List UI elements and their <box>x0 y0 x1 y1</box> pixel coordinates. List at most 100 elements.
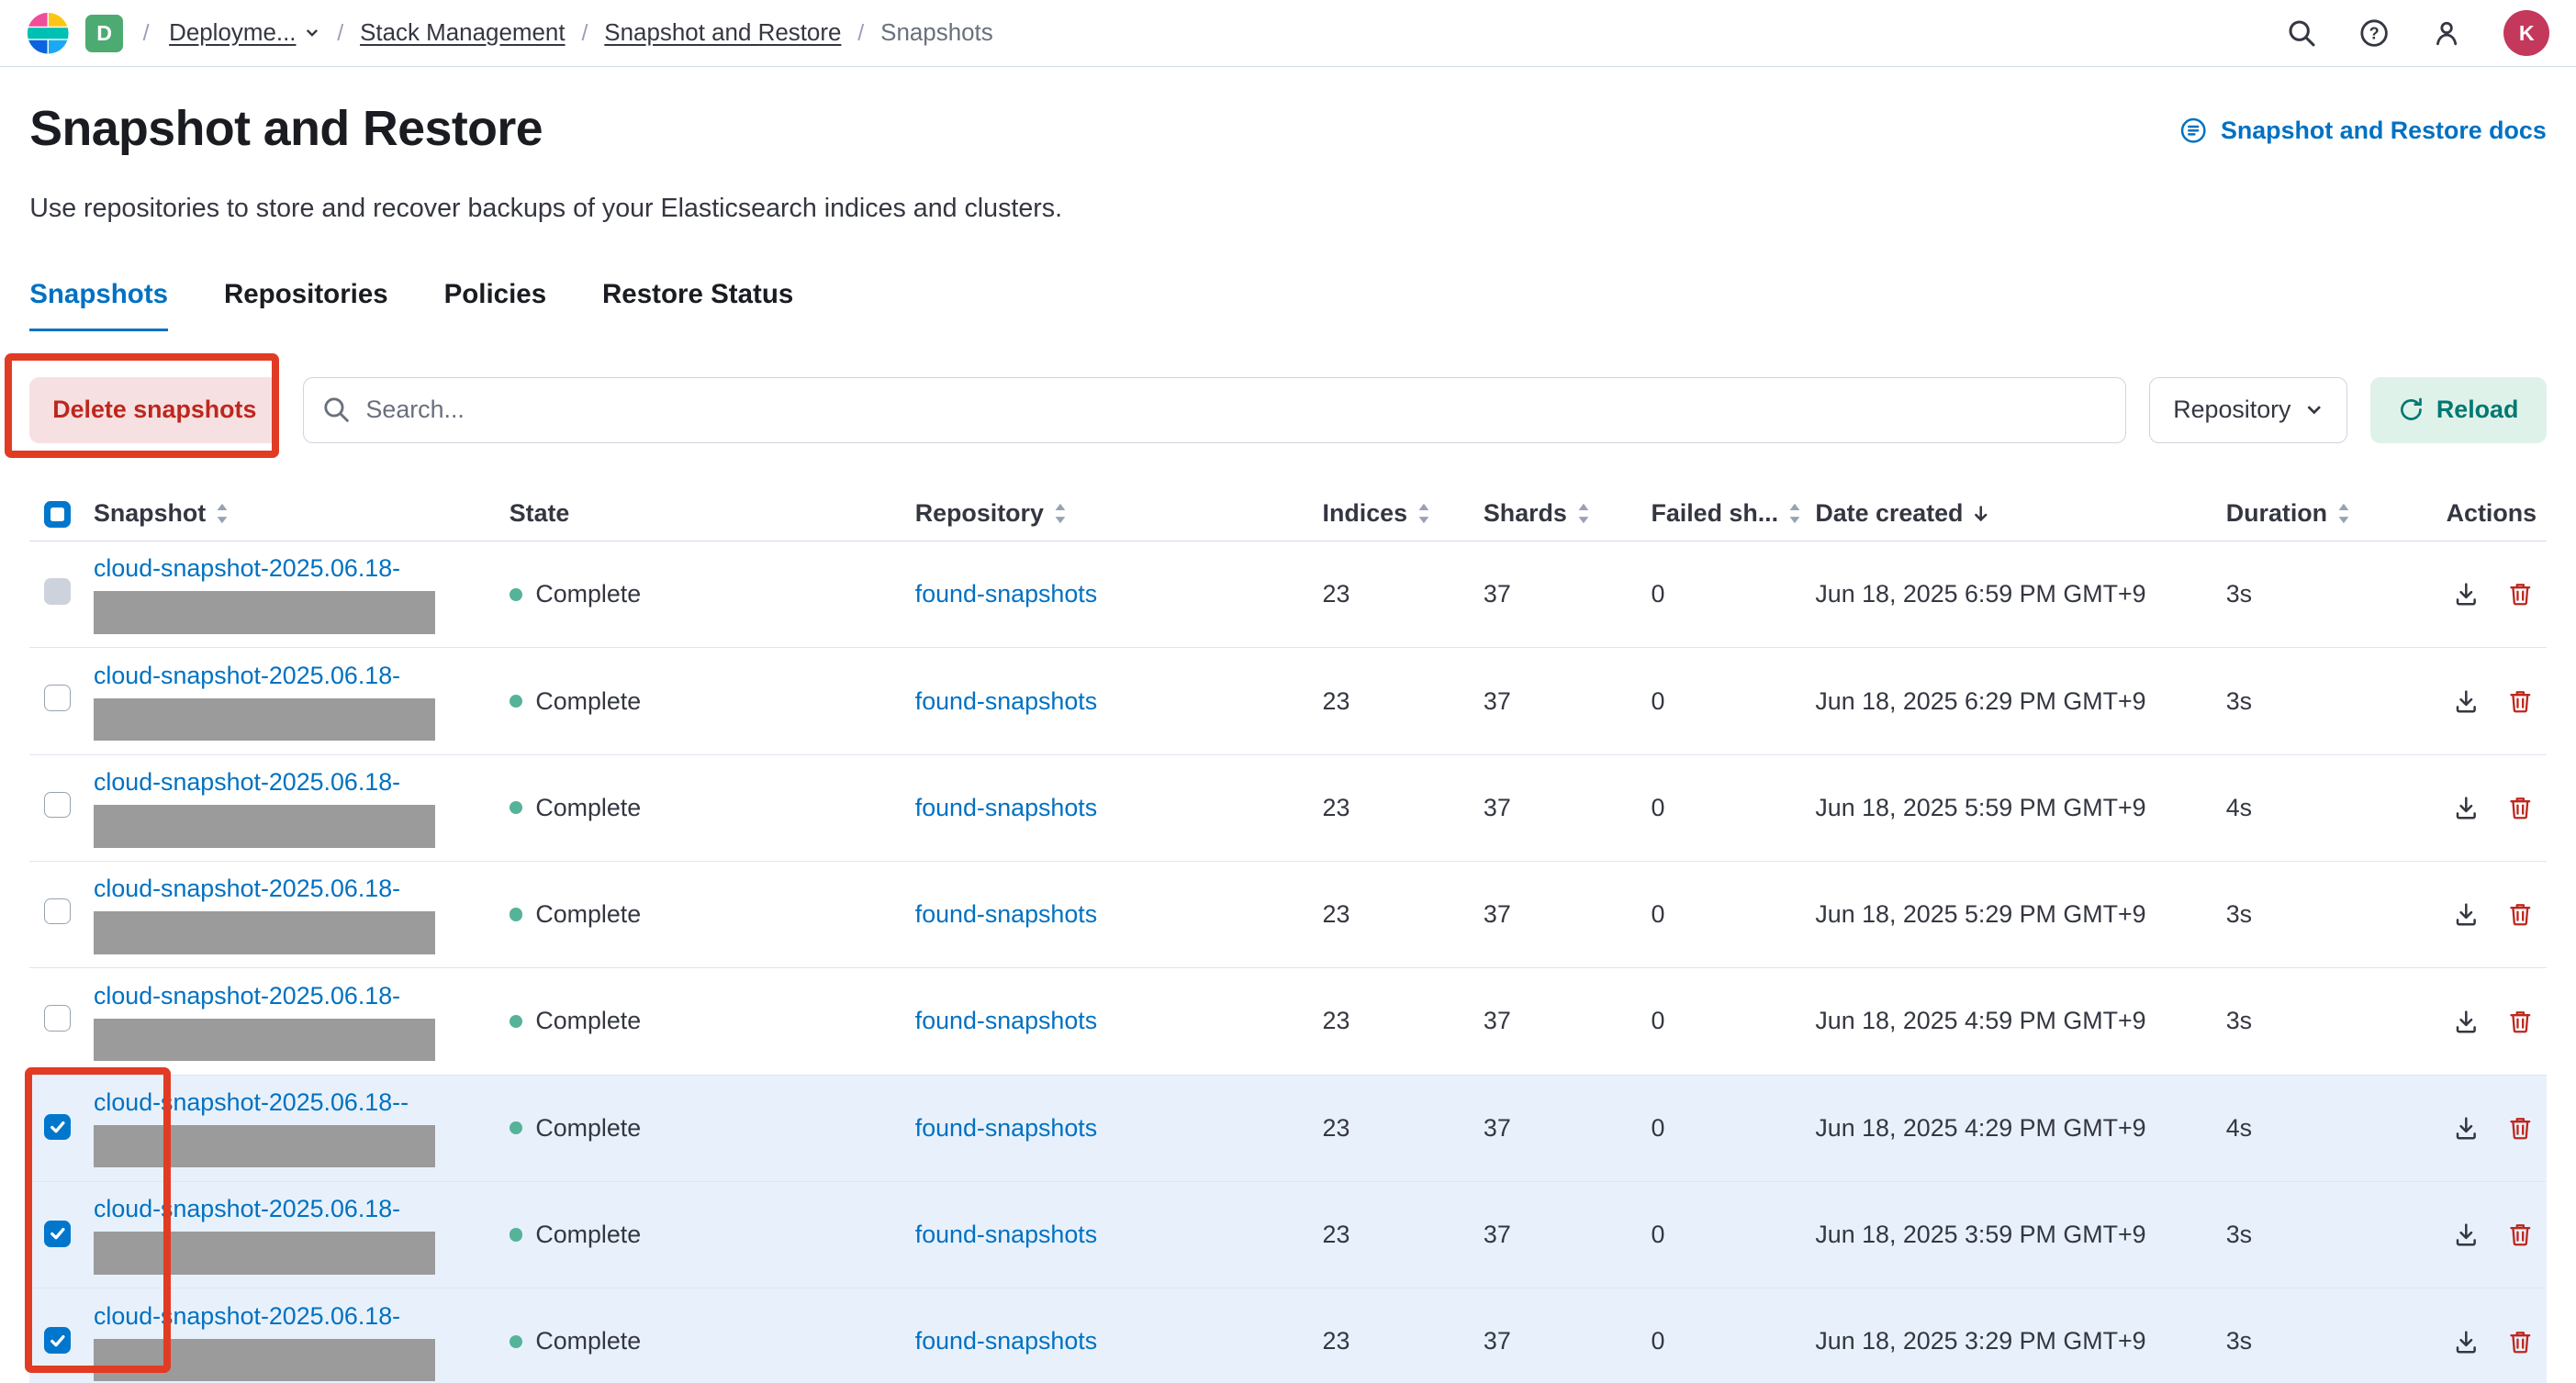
sort-icon <box>2335 502 2352 525</box>
table-row: cloud-snapshot-2025.06.18- Complete foun… <box>29 862 2547 968</box>
repository-link[interactable]: found-snapshots <box>915 1221 1097 1248</box>
row-checkbox[interactable] <box>44 1221 71 1247</box>
table-body: cloud-snapshot-2025.06.18- Complete foun… <box>29 541 2547 1383</box>
date-created-value: Jun 18, 2025 3:59 PM GMT+9 <box>1815 1221 2145 1248</box>
table-row: cloud-snapshot-2025.06.18- Complete foun… <box>29 541 2547 648</box>
status-dot <box>510 1335 522 1348</box>
state-label: Complete <box>535 1114 641 1143</box>
search-input[interactable] <box>303 377 2127 443</box>
sort-icon <box>1052 502 1069 525</box>
indices-value: 23 <box>1323 794 1350 821</box>
shards-value: 37 <box>1484 1221 1511 1248</box>
repository-link[interactable]: found-snapshots <box>915 794 1097 821</box>
row-checkbox[interactable] <box>44 792 71 819</box>
elastic-logo[interactable] <box>27 12 70 55</box>
delete-icon[interactable] <box>2507 795 2534 821</box>
repository-link[interactable]: found-snapshots <box>915 1007 1097 1034</box>
duration-value: 4s <box>2226 794 2252 821</box>
download-icon[interactable] <box>2453 688 2480 715</box>
breadcrumb-snapshots: Snapshots <box>880 20 993 47</box>
indices-value: 23 <box>1323 1327 1350 1355</box>
delete-icon[interactable] <box>2507 688 2534 715</box>
row-checkbox[interactable] <box>44 1327 71 1354</box>
repository-link[interactable]: found-snapshots <box>915 580 1097 608</box>
duration-value: 3s <box>2226 687 2252 715</box>
state-label: Complete <box>535 580 641 608</box>
delete-icon[interactable] <box>2507 1221 2534 1248</box>
download-icon[interactable] <box>2453 795 2480 821</box>
row-checkbox[interactable] <box>44 578 71 605</box>
row-checkbox[interactable] <box>44 1114 71 1141</box>
failed-shards-value: 0 <box>1651 580 1664 608</box>
date-created-value: Jun 18, 2025 5:29 PM GMT+9 <box>1815 900 2145 928</box>
shards-value: 37 <box>1484 1327 1511 1355</box>
duration-value: 3s <box>2226 900 2252 928</box>
delete-icon[interactable] <box>2507 1115 2534 1142</box>
snapshot-link[interactable]: cloud-snapshot-2025.06.18- <box>94 554 400 583</box>
search-icon[interactable] <box>2287 18 2316 48</box>
repository-link[interactable]: found-snapshots <box>915 1114 1097 1142</box>
indices-value: 23 <box>1323 1114 1350 1142</box>
column-header-repository[interactable]: Repository <box>915 499 1323 528</box>
column-header-snapshot[interactable]: Snapshot <box>94 499 510 528</box>
user-menu-icon[interactable] <box>2432 18 2461 48</box>
tab-restore-status[interactable]: Restore Status <box>602 279 793 331</box>
delete-icon[interactable] <box>2507 1009 2534 1035</box>
snapshot-link[interactable]: cloud-snapshot-2025.06.18- <box>94 1195 400 1223</box>
download-icon[interactable] <box>2453 1115 2480 1142</box>
select-all-checkbox[interactable] <box>44 501 71 528</box>
delete-icon[interactable] <box>2507 1329 2534 1355</box>
reload-button[interactable]: Reload <box>2370 377 2546 443</box>
top-navigation-bar: D / Deployme... / Stack Management / Sna… <box>0 0 2576 67</box>
delete-snapshots-button[interactable]: Delete snapshots <box>29 377 279 443</box>
topbar-actions: ? K <box>2287 10 2549 56</box>
snapshot-link[interactable]: cloud-snapshot-2025.06.18- <box>94 982 400 1010</box>
column-header-indices[interactable]: Indices <box>1323 499 1484 528</box>
breadcrumb-stack-management[interactable]: Stack Management <box>360 20 565 47</box>
help-icon[interactable]: ? <box>2359 18 2389 48</box>
snapshot-link[interactable]: cloud-snapshot-2025.06.18- <box>94 768 400 797</box>
deployment-badge[interactable]: D <box>85 15 123 52</box>
snapshot-link[interactable]: cloud-snapshot-2025.06.18- <box>94 662 400 690</box>
delete-icon[interactable] <box>2507 581 2534 608</box>
shards-value: 37 <box>1484 794 1511 821</box>
redacted-snapshot-suffix <box>94 698 435 742</box>
column-header-failed-shards[interactable]: Failed sh... <box>1651 499 1815 528</box>
tab-policies[interactable]: Policies <box>444 279 547 331</box>
breadcrumb-separator: / <box>578 20 591 47</box>
repository-link[interactable]: found-snapshots <box>915 1327 1097 1355</box>
tab-repositories[interactable]: Repositories <box>224 279 388 331</box>
breadcrumb-snapshot-and-restore[interactable]: Snapshot and Restore <box>604 20 841 47</box>
search-icon <box>322 396 350 430</box>
column-header-duration[interactable]: Duration <box>2226 499 2428 528</box>
status-dot <box>510 695 522 708</box>
row-checkbox[interactable] <box>44 1005 71 1032</box>
failed-shards-value: 0 <box>1651 1327 1664 1355</box>
breadcrumb-separator: / <box>855 20 868 47</box>
column-header-shards[interactable]: Shards <box>1484 499 1652 528</box>
shards-value: 37 <box>1484 900 1511 928</box>
repository-filter-button[interactable]: Repository <box>2149 377 2347 443</box>
download-icon[interactable] <box>2453 1329 2480 1355</box>
row-checkbox[interactable] <box>44 685 71 711</box>
tab-snapshots[interactable]: Snapshots <box>29 279 168 331</box>
delete-icon[interactable] <box>2507 901 2534 928</box>
state-label: Complete <box>535 794 641 822</box>
shards-value: 37 <box>1484 1007 1511 1034</box>
download-icon[interactable] <box>2453 1221 2480 1248</box>
repository-link[interactable]: found-snapshots <box>915 687 1097 715</box>
breadcrumb-deployment[interactable]: Deployme... <box>169 20 320 47</box>
snapshot-link[interactable]: cloud-snapshot-2025.06.18-- <box>94 1088 409 1117</box>
snapshot-link[interactable]: cloud-snapshot-2025.06.18- <box>94 875 400 903</box>
docs-link[interactable]: Snapshot and Restore docs <box>2179 117 2547 145</box>
state-label: Complete <box>535 900 641 929</box>
row-checkbox[interactable] <box>44 898 71 925</box>
column-header-date-created[interactable]: Date created <box>1815 499 2225 528</box>
snapshot-link[interactable]: cloud-snapshot-2025.06.18- <box>94 1302 400 1331</box>
user-avatar[interactable]: K <box>2503 10 2549 56</box>
download-icon[interactable] <box>2453 901 2480 928</box>
download-icon[interactable] <box>2453 1009 2480 1035</box>
repository-link[interactable]: found-snapshots <box>915 900 1097 928</box>
download-icon[interactable] <box>2453 581 2480 608</box>
status-dot <box>510 588 522 601</box>
